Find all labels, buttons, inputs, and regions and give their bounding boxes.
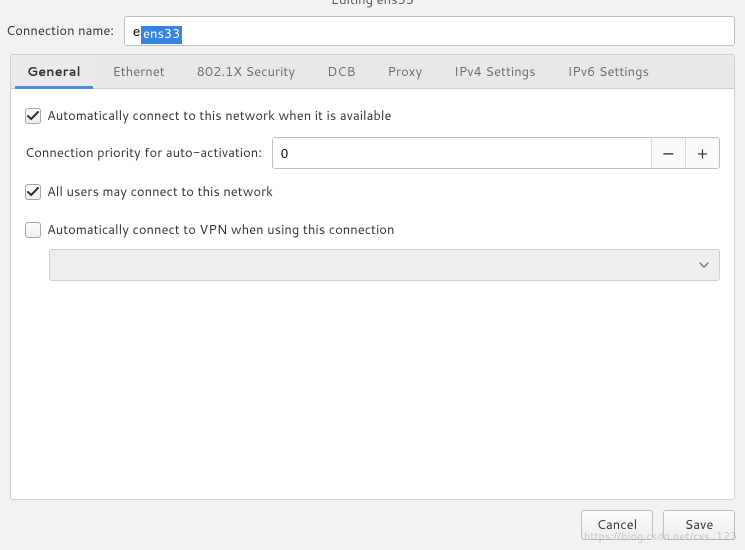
editor-window: Editing ens33 Connection name: ens33 Gen… — [0, 0, 745, 550]
tab-general[interactable]: General — [11, 55, 97, 88]
vpn-select[interactable] — [49, 249, 720, 281]
save-button[interactable]: Save — [663, 510, 735, 540]
plus-icon: + — [697, 142, 708, 165]
tab-ipv4[interactable]: IPv4 Settings — [438, 55, 551, 88]
general-panel: Automatically connect to this network wh… — [11, 89, 734, 499]
priority-decrease-button[interactable]: − — [651, 138, 685, 168]
chevron-down-icon — [699, 260, 709, 270]
window-title: Editing ens33 — [0, 0, 745, 10]
tab-proxy[interactable]: Proxy — [372, 55, 439, 88]
priority-increase-button[interactable]: + — [685, 138, 719, 168]
minus-icon: − — [662, 142, 675, 165]
tab-dcb[interactable]: DCB — [311, 55, 371, 88]
autoconnect-label: Automatically connect to this network wh… — [47, 107, 392, 125]
priority-input[interactable] — [273, 138, 651, 168]
priority-label: Connection priority for auto-activation: — [25, 144, 262, 162]
cancel-button[interactable]: Cancel — [581, 510, 653, 540]
tab-ipv6[interactable]: IPv6 Settings — [552, 55, 665, 88]
dialog-footer: Cancel Save — [0, 500, 745, 550]
vpn-auto-row: Automatically connect to VPN when using … — [25, 217, 720, 243]
tab-bar: General Ethernet 802.1X Security DCB Pro… — [11, 55, 734, 89]
connection-name-input[interactable] — [124, 16, 735, 46]
autoconnect-row: Automatically connect to this network wh… — [25, 103, 720, 129]
connection-name-row: Connection name: ens33 — [0, 10, 745, 54]
connection-name-label: Connection name: — [6, 22, 114, 40]
autoconnect-checkbox[interactable] — [25, 108, 41, 124]
priority-spinbox: − + — [272, 137, 720, 169]
tab-8021x[interactable]: 802.1X Security — [181, 55, 311, 88]
all-users-row: All users may connect to this network — [25, 179, 720, 205]
vpn-auto-checkbox[interactable] — [25, 222, 41, 238]
all-users-label: All users may connect to this network — [47, 183, 273, 201]
tab-ethernet[interactable]: Ethernet — [97, 55, 181, 88]
all-users-checkbox[interactable] — [25, 184, 41, 200]
vpn-auto-label: Automatically connect to VPN when using … — [47, 221, 394, 239]
priority-row: Connection priority for auto-activation:… — [25, 129, 720, 179]
tabs-frame: General Ethernet 802.1X Security DCB Pro… — [10, 54, 735, 500]
